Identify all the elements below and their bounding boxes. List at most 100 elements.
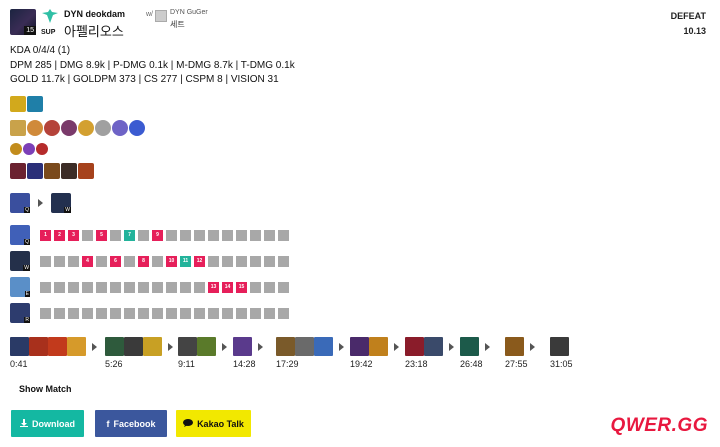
skill-level-cell: 4 (82, 255, 93, 267)
item-icon (67, 337, 86, 356)
skill-level-cell (54, 281, 65, 293)
skill-level-cell (110, 307, 121, 319)
facebook-icon: f (106, 418, 110, 429)
brand-logo[interactable]: QWER.GG (611, 415, 708, 437)
item-1-icon (10, 163, 26, 179)
player-name[interactable]: DYN deokdam (64, 9, 125, 19)
skill-level-cell (236, 307, 247, 319)
skill-level-cell (166, 229, 177, 241)
skill-level-cell (264, 229, 275, 241)
champion-name: 아펠리오스 (64, 25, 124, 40)
rune-3-icon (44, 120, 60, 136)
skill-priority-arrow-icon (38, 199, 43, 207)
skill-level-cell: 7 (124, 229, 135, 241)
skill-level-cell (96, 281, 107, 293)
partner-avatar (155, 10, 167, 22)
download-button[interactable]: Download (11, 410, 84, 437)
patch-version: 10.13 (683, 26, 706, 36)
item-icon (178, 337, 197, 356)
skill-level-cell (54, 307, 65, 319)
skill-level-cell (222, 255, 233, 267)
skill-level-cell: 11 (180, 255, 191, 267)
skill-level-cell: 13 (208, 281, 219, 293)
rune-6-icon (95, 120, 111, 136)
skill-level-cell (278, 281, 289, 293)
item-icon (276, 337, 295, 356)
skill-level-cell (68, 281, 79, 293)
skill-level-cell (110, 229, 121, 241)
skill-level-cell: 2 (54, 229, 65, 241)
skill-level-cell (110, 281, 121, 293)
item-icon (197, 337, 216, 356)
skill-level-cell (250, 229, 261, 241)
skill-level-cell (236, 229, 247, 241)
item-icon (10, 337, 29, 356)
kakao-share-button[interactable]: Kakao Talk (176, 410, 251, 437)
download-label: Download (32, 418, 75, 429)
item-4-icon (61, 163, 77, 179)
skill-level-cell (124, 255, 135, 267)
partner-champion: 세트 (170, 20, 185, 29)
item-2-icon (27, 163, 43, 179)
skill-level-cell (40, 255, 51, 267)
champion-portrait: 15 (10, 9, 36, 35)
skill-level-cell (180, 281, 191, 293)
item-icon (233, 337, 252, 356)
skill-level-cell (166, 281, 177, 293)
build-step-time: 17:29 (276, 359, 299, 369)
build-step: 14:28 (233, 337, 256, 369)
skill-level-cell (124, 281, 135, 293)
skill-level-cell (40, 281, 51, 293)
build-step-time: 19:42 (350, 359, 373, 369)
skill-key-label: R (24, 317, 30, 323)
role-label: SUP (41, 29, 56, 36)
facebook-share-button[interactable]: f Facebook (95, 410, 167, 437)
skill-level-cell (138, 281, 149, 293)
skill-level-cell (138, 307, 149, 319)
shard-adaptive2-icon (23, 143, 35, 155)
skill-level-cell (208, 307, 219, 319)
item-icon (48, 337, 67, 356)
show-match-button[interactable]: Show Match (19, 384, 72, 394)
skill-level-cell (54, 255, 65, 267)
build-step-time: 5:26 (105, 359, 123, 369)
skill-level-cell (96, 255, 107, 267)
build-arrow-icon (394, 343, 399, 351)
skill-priority: Q W (10, 193, 81, 213)
partner-name[interactable]: DYN GuGer (170, 9, 208, 16)
skill-level-cell (278, 255, 289, 267)
skill-r-icon: R (10, 303, 30, 323)
rune-shards-row (10, 143, 48, 155)
skill-level-cell (278, 229, 289, 241)
item-icon (143, 337, 162, 356)
skill-level-cell (68, 307, 79, 319)
build-step-time: 31:05 (550, 359, 573, 369)
skill-level-cell (208, 255, 219, 267)
item-icon (105, 337, 124, 356)
skill-level-cell (278, 307, 289, 319)
skill-level-cell: 10 (166, 255, 177, 267)
skill-level-cell (250, 255, 261, 267)
speech-bubble-icon (183, 418, 194, 429)
with-label: w/ (146, 11, 153, 18)
rune-4-icon (61, 120, 77, 136)
build-step-time: 14:28 (233, 359, 256, 369)
skill-level-cell (222, 229, 233, 241)
skill-priority-first-icon: Q (10, 193, 30, 213)
build-arrow-icon (449, 343, 454, 351)
skill-level-cell (82, 229, 93, 241)
skill-level-cell: 6 (110, 255, 121, 267)
skill-level-cell (264, 307, 275, 319)
skill-level-cell (152, 255, 163, 267)
skill-key-label: E (24, 291, 30, 297)
economy-line: GOLD 11.7k | GOLDPM 373 | CS 277 | CSPM … (10, 74, 279, 85)
item-build-path: 0:41 5:26 9:11 14:28 17:29 19:42 23:18 26:48 27:… (10, 337, 710, 371)
skill-level-cell (264, 255, 275, 267)
build-step-time: 9:11 (178, 359, 195, 369)
build-step: 27:55 (505, 337, 528, 369)
skill-row-w: W 4 6 8 10 11 12 (10, 251, 292, 271)
item-icon (350, 337, 369, 356)
skill-level-cell (194, 229, 205, 241)
build-step-time: 23:18 (405, 359, 428, 369)
shard-armor-icon (36, 143, 48, 155)
